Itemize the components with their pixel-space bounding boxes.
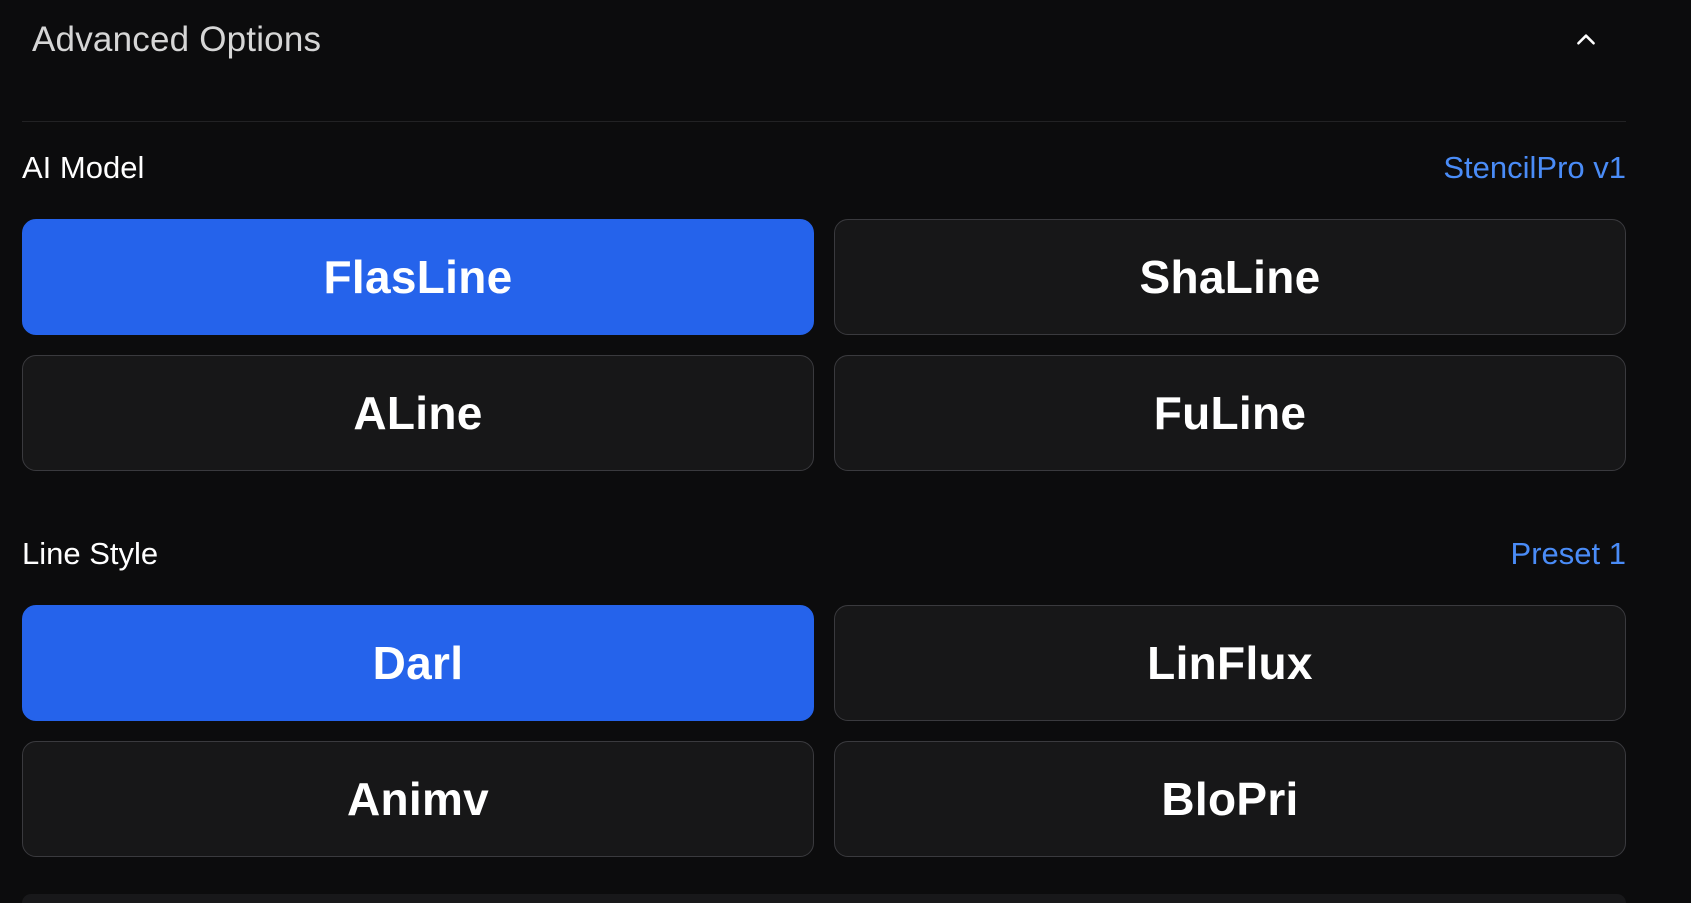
ai-model-option-fuline[interactable]: FuLine (834, 355, 1626, 471)
ai-model-option-aline[interactable]: ALine (22, 355, 814, 471)
chevron-up-icon (1577, 34, 1595, 45)
option-label: ShaLine (1139, 251, 1321, 303)
line-style-option-animv[interactable]: Animv (22, 741, 814, 857)
option-label: LinFlux (1147, 637, 1313, 689)
section-title: Advanced Options (32, 20, 322, 59)
option-label: FuLine (1153, 387, 1307, 439)
ai-model-options: FlasLine ShaLine ALine FuLine (22, 219, 1626, 471)
line-style-option-darl[interactable]: Darl (22, 605, 814, 721)
divider (22, 121, 1626, 122)
line-style-option-blopri[interactable]: BloPri (834, 741, 1626, 857)
option-label: FlasLine (323, 251, 513, 303)
line-style-label: Line Style (22, 536, 159, 571)
advanced-options-panel: Advanced Options AI Model StencilPro v1 … (0, 0, 1691, 903)
collapse-button[interactable] (1566, 20, 1606, 60)
line-style-option-linflux[interactable]: LinFlux (834, 605, 1626, 721)
line-style-current-value: Preset 1 (1510, 536, 1626, 571)
ai-model-label: AI Model (22, 150, 145, 185)
ai-model-option-flasline[interactable]: FlasLine (22, 219, 814, 335)
next-section-edge (22, 894, 1626, 903)
option-label: Animv (346, 773, 490, 825)
advanced-options-header[interactable]: Advanced Options (0, 0, 1626, 80)
option-label: Darl (372, 637, 464, 689)
line-style-header: Line Style Preset 1 (22, 534, 1626, 574)
option-label: ALine (353, 387, 483, 439)
ai-model-current-value: StencilPro v1 (1443, 150, 1626, 185)
ai-model-header: AI Model StencilPro v1 (22, 148, 1626, 188)
option-label: BloPri (1161, 773, 1299, 825)
line-style-options: Darl LinFlux Animv BloPri (22, 605, 1626, 857)
ai-model-option-shaline[interactable]: ShaLine (834, 219, 1626, 335)
